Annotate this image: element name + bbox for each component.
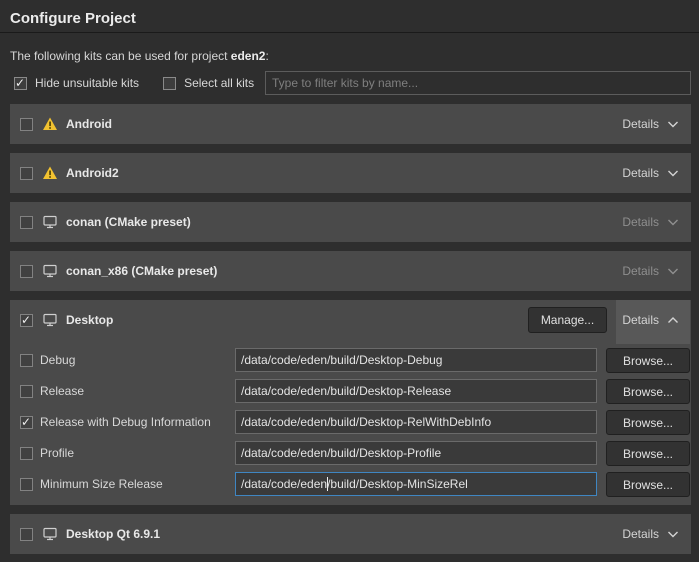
details-toggle[interactable]: Details <box>622 527 679 541</box>
browse-button[interactable]: Browse... <box>606 410 690 435</box>
config-checkbox[interactable]: ✓ <box>20 416 33 429</box>
kit-name: conan_x86 (CMake preset) <box>66 264 217 278</box>
kit-name: conan (CMake preset) <box>66 215 191 229</box>
config-label: Release with Debug Information <box>40 415 211 429</box>
details-toggle[interactable]: Details <box>622 215 679 229</box>
desktop-monitor-icon <box>42 526 58 542</box>
kit-name: Android <box>66 117 112 131</box>
build-dir-input[interactable] <box>235 410 597 434</box>
build-dir-input[interactable] <box>235 348 597 372</box>
warning-icon <box>42 116 58 132</box>
kits-intro-text: The following kits can be used for proje… <box>10 49 269 63</box>
build-dir-input[interactable] <box>235 441 597 465</box>
path-before-caret: /data/code/eden <box>241 477 327 491</box>
check-icon: ✓ <box>15 76 25 90</box>
kit-checkbox[interactable] <box>20 167 33 180</box>
kit-checkbox[interactable] <box>20 216 33 229</box>
details-toggle[interactable]: Details <box>622 313 679 327</box>
chevron-down-icon <box>667 218 679 227</box>
manage-kits-button[interactable]: Manage... <box>528 307 607 333</box>
kit-row-conan-x86[interactable]: conan_x86 (CMake preset) Details <box>10 251 691 291</box>
path-after-caret: /build/Desktop-MinSizeRel <box>327 477 468 491</box>
intro-prefix: The following kits can be used for proje… <box>10 49 231 63</box>
config-checkbox[interactable] <box>20 478 33 491</box>
browse-button[interactable]: Browse... <box>606 379 690 404</box>
intro-suffix: : <box>265 49 268 63</box>
kit-filter-input[interactable] <box>265 71 691 95</box>
configure-project-screen: Configure Project The following kits can… <box>0 0 699 562</box>
desktop-monitor-icon <box>42 312 58 328</box>
desktop-monitor-icon <box>42 263 58 279</box>
details-label: Details <box>622 527 659 541</box>
kit-row-conan[interactable]: conan (CMake preset) Details <box>10 202 691 242</box>
kit-row-android2[interactable]: Android2 Details <box>10 153 691 193</box>
kit-checkbox[interactable]: ✓ <box>20 314 33 327</box>
kit-checkbox[interactable] <box>20 528 33 541</box>
chevron-up-icon <box>667 316 679 325</box>
config-label: Debug <box>40 353 75 367</box>
details-label: Details <box>622 215 659 229</box>
config-checkbox[interactable] <box>20 354 33 367</box>
chevron-down-icon <box>667 169 679 178</box>
page-title: Configure Project <box>10 10 136 27</box>
config-label: Profile <box>40 446 74 460</box>
project-name: eden2 <box>231 49 266 63</box>
config-checkbox[interactable] <box>20 447 33 460</box>
title-divider <box>0 32 699 33</box>
kit-row-desktop[interactable]: ✓ Desktop Details Manage... Debug Browse… <box>10 300 691 505</box>
details-label: Details <box>622 117 659 131</box>
hide-unsuitable-label: Hide unsuitable kits <box>35 76 139 90</box>
warning-icon <box>42 165 58 181</box>
details-toggle[interactable]: Details <box>622 117 679 131</box>
config-row-relwithdebinfo: ✓ Release with Debug Information Browse.… <box>10 410 691 436</box>
details-toggle[interactable]: Details <box>622 166 679 180</box>
kit-name: Desktop <box>66 313 113 327</box>
kit-row-android[interactable]: Android Details <box>10 104 691 144</box>
chevron-down-icon <box>667 120 679 129</box>
check-icon: ✓ <box>21 313 31 327</box>
kit-name: Android2 <box>66 166 119 180</box>
config-row-minsizerel: Minimum Size Release /data/code/eden/bui… <box>10 472 691 498</box>
config-label: Release <box>40 384 84 398</box>
select-all-label: Select all kits <box>184 76 254 90</box>
browse-button[interactable]: Browse... <box>606 441 690 466</box>
kit-name: Desktop Qt 6.9.1 <box>66 527 160 541</box>
check-icon: ✓ <box>21 415 31 429</box>
details-label: Details <box>622 166 659 180</box>
browse-button[interactable]: Browse... <box>606 348 690 373</box>
kit-row-desktop-qt[interactable]: Desktop Qt 6.9.1 Details <box>10 514 691 554</box>
config-row-debug: Debug Browse... <box>10 348 691 374</box>
config-row-release: Release Browse... <box>10 379 691 405</box>
select-all-checkbox[interactable] <box>163 77 176 90</box>
browse-button[interactable]: Browse... <box>606 472 690 497</box>
details-toggle[interactable]: Details <box>622 264 679 278</box>
hide-unsuitable-checkbox[interactable]: ✓ <box>14 77 27 90</box>
kit-checkbox[interactable] <box>20 265 33 278</box>
filter-bar: ✓ Hide unsuitable kits Select all kits <box>14 71 254 95</box>
details-label: Details <box>622 313 659 327</box>
config-label: Minimum Size Release <box>40 477 163 491</box>
kit-checkbox[interactable] <box>20 118 33 131</box>
desktop-monitor-icon <box>42 214 58 230</box>
build-dir-input-focused[interactable]: /data/code/eden/build/Desktop-MinSizeRel <box>235 472 597 496</box>
chevron-down-icon <box>667 267 679 276</box>
chevron-down-icon <box>667 530 679 539</box>
build-dir-input[interactable] <box>235 379 597 403</box>
config-row-profile: Profile Browse... <box>10 441 691 467</box>
details-label: Details <box>622 264 659 278</box>
config-checkbox[interactable] <box>20 385 33 398</box>
